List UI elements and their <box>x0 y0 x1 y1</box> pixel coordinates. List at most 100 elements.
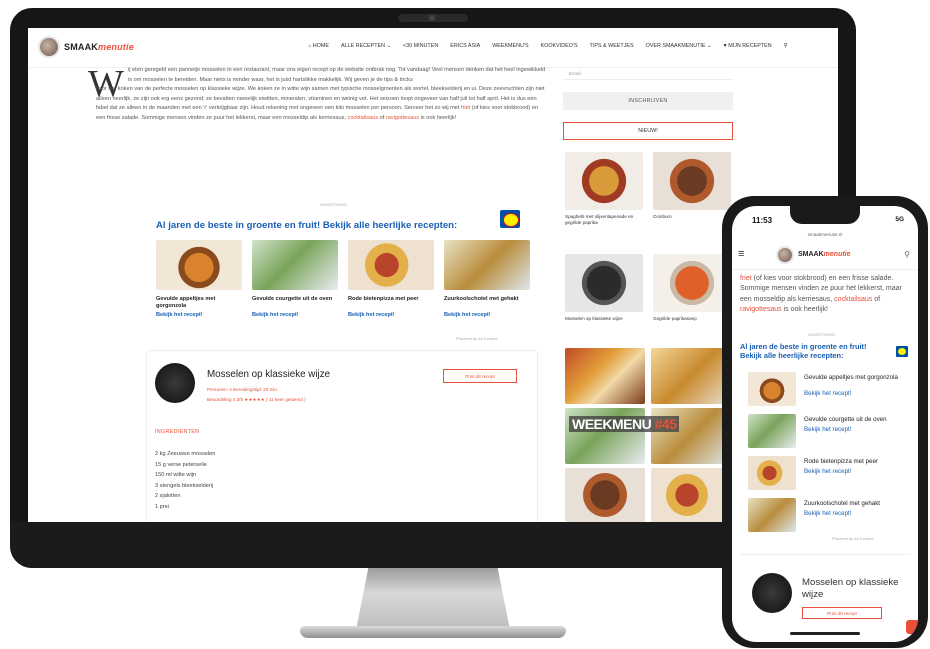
nav-item-30-minuten[interactable]: <30 MINUTEN <box>403 43 438 49</box>
ingredient-item: 1 prei <box>155 503 169 510</box>
weekmenu-image <box>651 468 731 522</box>
recipe-tile-image[interactable] <box>565 152 643 210</box>
logo-avatar-icon <box>38 36 60 58</box>
nav-item-alle-recepten[interactable]: ALLE RECEPTEN ⌄ <box>341 43 391 49</box>
promo-image[interactable] <box>444 240 530 290</box>
hamburger-menu-icon[interactable]: ≡ <box>738 248 744 260</box>
recipe-tile-image[interactable] <box>653 152 731 210</box>
promo-link[interactable]: Bekijk het recept! <box>804 510 851 517</box>
brand-name[interactable]: SMAAKmenutie <box>798 251 851 258</box>
link-ravigottesaus[interactable]: ravigottesaus <box>386 115 419 121</box>
recipe-card: Mosselen op klassieke wijze Personen: 4 … <box>146 350 538 522</box>
promo-list-item[interactable]: Zuurkoolschotel met gehakt Bekijk het re… <box>748 498 908 534</box>
recipe-rating[interactable]: Beoordeling 4.3/5 ★★★★★ ( 11 keer gestem… <box>207 397 306 403</box>
recipe-tile-caption[interactable]: Gegrilde paprikasoep <box>653 316 733 322</box>
home-indicator <box>790 632 860 635</box>
promo-list-item[interactable]: Gevulde courgette uit de oven Bekijk het… <box>748 414 908 450</box>
promo-card[interactable]: Rode bietenpizza met peer Bekijk het rec… <box>348 240 434 318</box>
promo-card[interactable]: Gevulde appeltjes met gorgonzola Bekijk … <box>156 240 242 318</box>
article-paragraph: ij eten geregeld een pannetje mosselen i… <box>96 67 546 121</box>
ad-label: ADVERTISING <box>808 332 836 337</box>
nav-item-home[interactable]: ⌂ HOME <box>308 43 329 49</box>
device-mockup-stage: SMAAKmenutie ⌂ HOME ALLE RECEPTEN ⌄ <30 … <box>0 0 930 649</box>
top-navigation: SMAAKmenutie ⌂ HOME ALLE RECEPTEN ⌄ <30 … <box>28 28 838 68</box>
new-section-label: NIEUW! <box>563 122 733 140</box>
ingredient-item: 2 sjalotten <box>155 493 181 500</box>
promo-title: Al jaren de beste in groente en fruit! B… <box>156 220 458 231</box>
link-cocktailsaus[interactable]: cocktailsaus <box>348 115 378 121</box>
recipe-tile-caption[interactable]: Mosselen op klassieke wijze <box>565 316 645 322</box>
status-time: 11:53 <box>752 216 773 225</box>
promo-image[interactable] <box>348 240 434 290</box>
promo-image[interactable] <box>748 414 796 448</box>
recipe-tile-caption[interactable]: Ocinburo <box>653 214 733 220</box>
site-logo[interactable]: SMAAKmenutie <box>38 36 134 58</box>
mobile-screen: 11:53 5G smaakmenutie.nl ≡ SMAAKmenutie … <box>732 206 918 642</box>
ad-label: ADVERTISING <box>320 202 348 207</box>
promo-link[interactable]: Bekijk het recept! <box>804 426 851 433</box>
ingredient-item: 15 g verse peterselie <box>155 461 207 468</box>
print-recipe-button[interactable]: Print dit recept <box>802 607 882 619</box>
address-bar[interactable]: smaakmenutie.nl <box>732 232 918 237</box>
right-sidebar: Email INSCHRIJVEN NIEUW! Spaghetti met o… <box>563 68 733 522</box>
weekmenu-image <box>565 348 645 404</box>
promo-link[interactable]: Bekijk het recept! <box>444 312 530 318</box>
phone-notch <box>790 206 860 224</box>
ingredient-item: 150 ml witte wijn <box>155 472 197 479</box>
weekmenu-title: WEEKMENU #45 <box>569 416 680 432</box>
recipe-tile-image[interactable] <box>653 254 731 312</box>
powered-by-label: Powered by Ad Exterior <box>832 536 874 541</box>
recipe-thumbnail <box>155 363 195 403</box>
promo-link[interactable]: Bekijk het recept! <box>348 312 434 318</box>
link-friet[interactable]: friet <box>740 275 752 282</box>
brand-name: SMAAKmenutie <box>64 42 134 52</box>
imac-stand-base <box>300 626 566 638</box>
recipe-card: Mosselen op klassieke wijze Print dit re… <box>740 554 910 642</box>
recipe-title: Mosselen op klassieke wijze <box>207 369 331 380</box>
recipe-title: Mosselen op klassieke wijze <box>802 577 899 600</box>
recipe-thumbnail <box>752 573 792 613</box>
link-ravigottesaus[interactable]: ravigottesaus <box>740 306 782 313</box>
nav-item-mijn-recepten[interactable]: ♥ MIJN RECEPTEN <box>724 43 772 49</box>
print-recipe-button[interactable]: Print dit recept <box>443 369 517 383</box>
promo-link[interactable]: Bekijk het recept! <box>804 390 851 397</box>
logo-avatar-icon[interactable] <box>776 246 794 264</box>
promo-image[interactable] <box>748 456 796 490</box>
nav-item-kookvideos[interactable]: KOOKVIDEO'S <box>541 43 578 49</box>
lidl-promo-block: Al jaren de beste in groente en fruit! B… <box>156 208 536 344</box>
promo-image[interactable] <box>748 498 796 532</box>
promo-link[interactable]: Bekijk het recept! <box>156 312 242 318</box>
weekmenu-banner[interactable]: WEEKMENU #45 <box>563 348 733 522</box>
status-signal: 5G <box>895 216 904 223</box>
search-icon[interactable]: ⚲ <box>904 250 910 259</box>
promo-image[interactable] <box>156 240 242 290</box>
nav-item-tips-weetjes[interactable]: TIPS & WEETJES <box>590 43 634 49</box>
promo-list-item[interactable]: Gevulde appeltjes met gorgonzola Bekijk … <box>748 372 908 408</box>
ingredient-item: 2 kg Zeeuwse mosselen <box>155 451 216 457</box>
powered-by-label: Powered by Ad Exterior <box>456 336 498 341</box>
lidl-logo-icon <box>500 210 520 228</box>
promo-card[interactable]: Gevulde courgette uit de oven Bekijk het… <box>252 240 338 318</box>
floating-action-button[interactable] <box>906 620 918 634</box>
promo-image[interactable] <box>748 372 796 406</box>
promo-card[interactable]: Zuurkoolschotel met gehakt Bekijk het re… <box>444 240 530 318</box>
recipe-meta: Personen: 4 Bereidingstijd: 20 min <box>207 387 277 392</box>
nav-item-erics-asia[interactable]: ERICS ASIA <box>450 43 480 49</box>
email-field[interactable]: Email <box>563 68 733 80</box>
nav-item-over[interactable]: OVER SMAAKMENUTIE ⌄ <box>646 43 712 49</box>
lidl-logo-icon <box>896 346 908 357</box>
recipe-tile-caption[interactable]: Spaghetti met olijventapenade en gegrild… <box>565 214 645 226</box>
search-icon[interactable]: ⚲ <box>784 43 788 49</box>
imac-stand <box>356 568 510 630</box>
promo-link[interactable]: Bekijk het recept! <box>804 468 851 475</box>
promo-list-item[interactable]: Rode bietenpizza met peer Bekijk het rec… <box>748 456 908 492</box>
recipe-tile-image[interactable] <box>565 254 643 312</box>
promo-image[interactable] <box>252 240 338 290</box>
link-friet[interactable]: friet <box>461 105 470 111</box>
nav-item-weekmenus[interactable]: WEEKMENU'S <box>492 43 528 49</box>
link-cocktailsaus[interactable]: cocktailsaus <box>834 296 872 303</box>
promo-link[interactable]: Bekijk het recept! <box>252 312 338 318</box>
subscribe-button[interactable]: INSCHRIJVEN <box>563 92 733 110</box>
weekmenu-image <box>651 348 731 404</box>
mobile-header: ≡ SMAAKmenutie ⚲ <box>732 240 918 270</box>
